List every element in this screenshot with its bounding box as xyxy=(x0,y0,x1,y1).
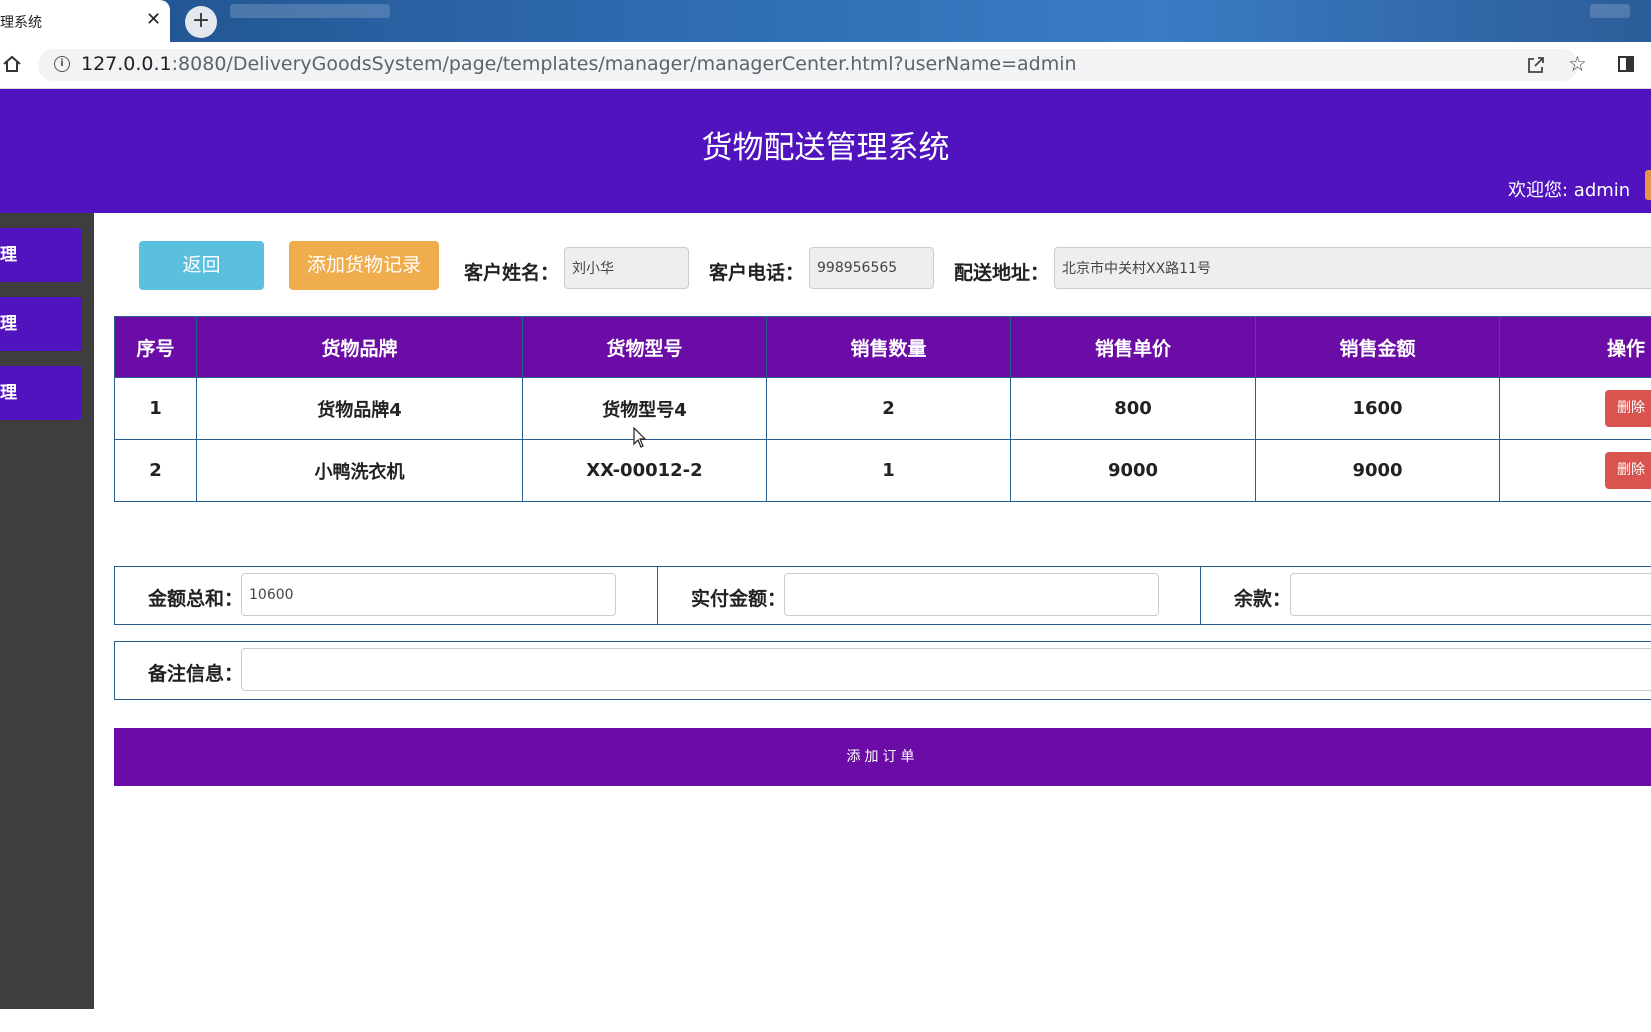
customer-name-input[interactable] xyxy=(564,247,689,289)
customer-phone-input[interactable] xyxy=(809,247,934,289)
cell-qty: 1 xyxy=(766,439,1011,502)
add-goods-record-button[interactable]: 添加货物记录 xyxy=(289,241,439,290)
balance-input[interactable] xyxy=(1290,573,1651,616)
add-order-button[interactable]: 添加订单 xyxy=(114,728,1651,786)
cell-brand: 货物品牌4 xyxy=(196,377,523,440)
close-tab-icon[interactable]: ✕ xyxy=(146,10,161,30)
home-icon[interactable] xyxy=(2,54,22,74)
column-header-model: 货物型号 xyxy=(522,316,767,378)
cell-no: 1 xyxy=(114,377,197,440)
table-row: 1 货物品牌4 货物型号4 2 800 1600 删除 xyxy=(114,377,1651,440)
site-info-icon[interactable]: i xyxy=(54,56,70,72)
cell-action: 删除 xyxy=(1499,377,1651,440)
welcome-text: 欢迎您: admin xyxy=(1508,180,1631,201)
browser-tab-strip: 理系统 ✕ + xyxy=(0,0,1651,42)
paid-amount-label: 实付金额： xyxy=(691,588,787,610)
column-header-no: 序号 xyxy=(114,316,197,378)
remark-input[interactable] xyxy=(241,648,1651,691)
column-header-qty: 销售数量 xyxy=(766,316,1011,378)
column-header-price: 销售单价 xyxy=(1010,316,1256,378)
new-tab-button[interactable]: + xyxy=(185,6,217,38)
remark-label: 备注信息： xyxy=(148,663,244,685)
column-header-brand: 货物品牌 xyxy=(196,316,523,378)
cell-action: 删除 xyxy=(1499,439,1651,502)
delivery-address-label: 配送地址： xyxy=(954,262,1050,284)
blurred-tab-strip xyxy=(1590,4,1630,18)
sidebar-item-3[interactable]: 理 xyxy=(0,366,82,420)
cell-amount: 9000 xyxy=(1255,439,1500,502)
paid-amount-input[interactable] xyxy=(784,573,1159,616)
customer-phone-label: 客户电话： xyxy=(709,262,805,284)
url-text[interactable]: 127.0.0.1:8080/DeliveryGoodsSystem/page/… xyxy=(81,53,1077,75)
sidebar-item-1[interactable]: 理 xyxy=(0,228,82,282)
app-title: 货物配送管理系统 xyxy=(701,130,950,166)
url-host: 127.0.0.1 xyxy=(81,53,172,75)
tab-title: 理系统 xyxy=(0,15,42,31)
delivery-address-input[interactable] xyxy=(1054,247,1651,289)
cell-amount: 1600 xyxy=(1255,377,1500,440)
cell-price: 800 xyxy=(1010,377,1256,440)
cell-brand: 小鸭洗衣机 xyxy=(196,439,523,502)
share-icon[interactable] xyxy=(1526,55,1546,75)
mouse-cursor-icon xyxy=(633,427,647,448)
column-header-action-label: 操作 xyxy=(1607,337,1646,360)
cell-no: 2 xyxy=(114,439,197,502)
blurred-tab-strip xyxy=(230,4,390,18)
customer-name-label: 客户姓名： xyxy=(464,262,560,284)
sidebar-item-label: 理 xyxy=(0,383,17,403)
delete-button[interactable]: 删除 xyxy=(1605,452,1651,489)
column-header-amount: 销售金额 xyxy=(1255,316,1500,378)
delete-button[interactable]: 删除 xyxy=(1605,390,1651,427)
table-row: 2 小鸭洗衣机 XX-00012-2 1 9000 9000 删除 xyxy=(114,439,1651,502)
cell-qty: 2 xyxy=(766,377,1011,440)
column-header-action: 操作 xyxy=(1499,316,1651,378)
goods-table: 序号 货物品牌 货物型号 销售数量 销售单价 销售金额 操作 1 货物品牌4 货… xyxy=(114,316,1651,502)
cell-price: 9000 xyxy=(1010,439,1256,502)
side-panel-icon[interactable] xyxy=(1618,56,1634,72)
bookmark-star-icon[interactable]: ☆ xyxy=(1568,52,1587,76)
browser-tab[interactable]: 理系统 ✕ xyxy=(0,0,170,42)
back-button[interactable]: 返回 xyxy=(139,241,264,290)
balance-label: 余款： xyxy=(1234,588,1292,610)
sidebar-item-label: 理 xyxy=(0,314,17,334)
table-header-row: 序号 货物品牌 货物型号 销售数量 销售单价 销售金额 操作 xyxy=(114,316,1651,378)
url-path: :8080/DeliveryGoodsSystem/page/templates… xyxy=(171,53,1077,75)
sum-input[interactable] xyxy=(241,573,616,616)
sidebar-item-2[interactable]: 理 xyxy=(0,297,82,351)
logout-button-edge[interactable] xyxy=(1645,170,1651,200)
sidebar-item-label: 理 xyxy=(0,245,17,265)
sum-label: 金额总和： xyxy=(148,588,244,610)
